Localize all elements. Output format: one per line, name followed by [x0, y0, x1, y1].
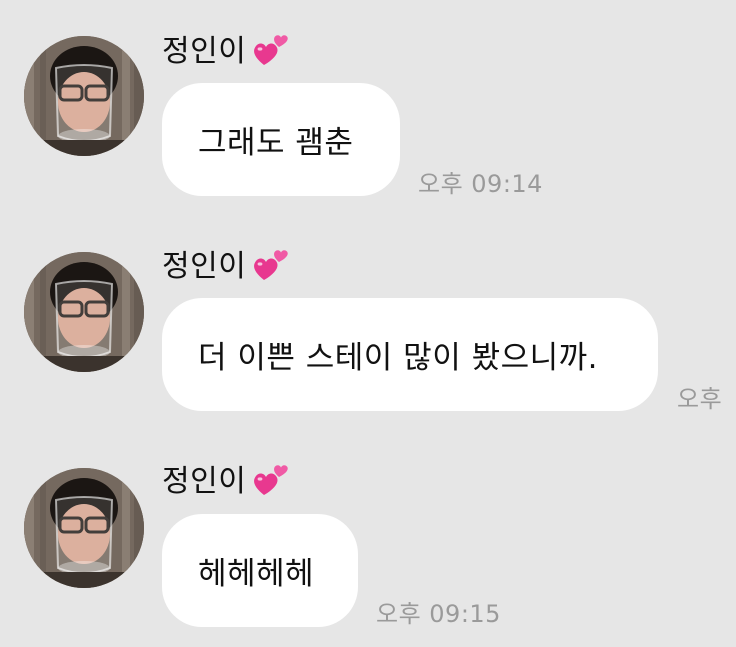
- avatar[interactable]: [24, 468, 144, 588]
- two-hearts-icon: [250, 459, 292, 501]
- two-hearts-icon: [250, 244, 292, 286]
- avatar-photo-icon: [24, 252, 144, 372]
- two-hearts-icon: [250, 29, 292, 71]
- avatar-photo-icon: [24, 36, 144, 156]
- message-bubble[interactable]: 그래도 괨춘: [162, 83, 400, 196]
- chat-window: 정인이 그래도 괨춘 오후 09:14 정인이 더 이쁜 스테이 많이 봤으니까…: [0, 0, 736, 647]
- message-timestamp: 오후: [677, 385, 723, 413]
- message-timestamp: 오후 09:14: [418, 170, 543, 198]
- sender: 정인이: [162, 458, 292, 501]
- avatar[interactable]: [24, 252, 144, 372]
- sender: 정인이: [162, 243, 292, 286]
- message-text: 헤헤헤헤: [198, 556, 315, 592]
- avatar[interactable]: [24, 36, 144, 156]
- sender-name: 정인이: [162, 34, 247, 69]
- message-text: 더 이쁜 스테이 많이 봤으니까.: [198, 340, 599, 376]
- sender: 정인이: [162, 28, 292, 71]
- message-bubble[interactable]: 더 이쁜 스테이 많이 봤으니까.: [162, 298, 658, 411]
- sender-name: 정인이: [162, 249, 247, 284]
- message-bubble[interactable]: 헤헤헤헤: [162, 514, 358, 627]
- message-text: 그래도 괨춘: [198, 125, 354, 161]
- avatar-photo-icon: [24, 468, 144, 588]
- sender-name: 정인이: [162, 464, 247, 499]
- message-timestamp: 오후 09:15: [376, 600, 501, 628]
